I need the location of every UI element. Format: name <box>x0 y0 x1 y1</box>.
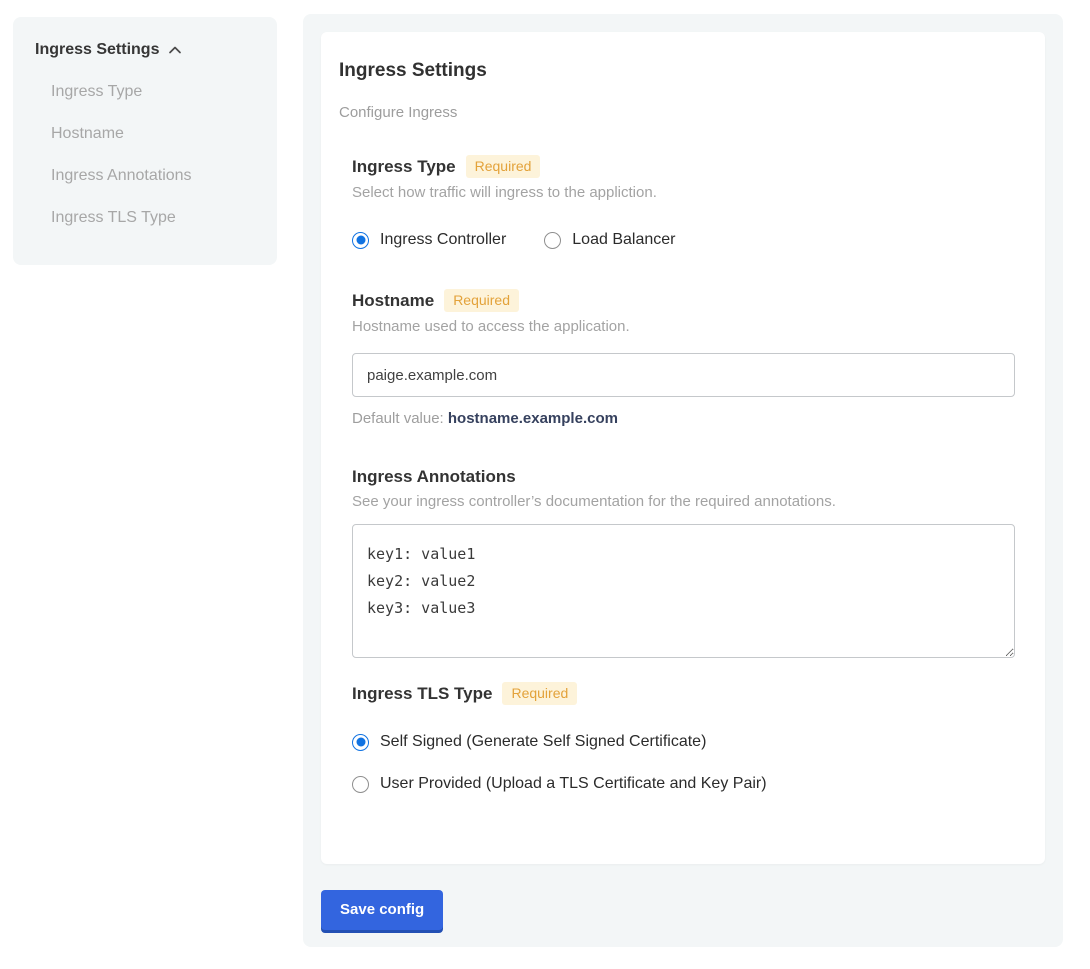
required-badge: Required <box>444 289 519 312</box>
radio-option-load-balancer[interactable]: Load Balancer <box>544 231 675 249</box>
annotations-textarea[interactable]: key1: value1 key2: value2 key3: value3 <box>352 524 1015 658</box>
radio-label: Self Signed (Generate Self Signed Certif… <box>380 733 706 751</box>
hostname-help: Hostname used to access the application. <box>352 318 1015 335</box>
config-nav-sidebar: Ingress Settings Ingress Type Hostname I… <box>13 17 277 265</box>
ingress-annotations-label: Ingress Annotations <box>352 467 516 487</box>
required-badge: Required <box>502 682 577 705</box>
radio-option-self-signed[interactable]: Self Signed (Generate Self Signed Certif… <box>352 733 1015 751</box>
config-panel: Ingress Settings Configure Ingress Ingre… <box>303 14 1063 947</box>
card-subtitle: Configure Ingress <box>339 104 1015 121</box>
hostname-input[interactable] <box>352 353 1015 397</box>
ingress-type-radio-group: Ingress Controller Load Balancer <box>352 231 1015 249</box>
ingress-annotations-help: See your ingress controller’s documentat… <box>352 493 1015 510</box>
radio-selected-icon[interactable] <box>352 232 369 249</box>
sidebar-item-ingress-annotations[interactable]: Ingress Annotations <box>51 166 257 186</box>
sidebar-group-ingress-settings[interactable]: Ingress Settings <box>35 41 257 59</box>
ingress-type-label: Ingress Type <box>352 157 456 177</box>
sidebar-item-list: Ingress Type Hostname Ingress Annotation… <box>35 82 257 228</box>
save-config-button[interactable]: Save config <box>321 890 443 930</box>
section-ingress-annotations: Ingress Annotations See your ingress con… <box>352 467 1015 658</box>
default-value-label: Default value: <box>352 410 448 427</box>
radio-option-user-provided[interactable]: User Provided (Upload a TLS Certificate … <box>352 775 1015 793</box>
ingress-type-help: Select how traffic will ingress to the a… <box>352 184 1015 201</box>
radio-label: User Provided (Upload a TLS Certificate … <box>380 775 767 793</box>
tls-type-radio-group: Self Signed (Generate Self Signed Certif… <box>352 733 1015 793</box>
radio-label: Ingress Controller <box>380 231 506 249</box>
required-badge: Required <box>466 155 541 178</box>
sidebar-item-ingress-tls-type[interactable]: Ingress TLS Type <box>51 208 257 228</box>
section-ingress-type: Ingress Type Required Select how traffic… <box>352 155 1015 249</box>
config-card: Ingress Settings Configure Ingress Ingre… <box>321 32 1045 864</box>
sidebar-group-title: Ingress Settings <box>35 41 159 59</box>
chevron-up-icon <box>167 42 183 58</box>
section-hostname: Hostname Required Hostname used to acces… <box>352 289 1015 427</box>
sidebar-item-ingress-type[interactable]: Ingress Type <box>51 82 257 102</box>
ingress-tls-type-label: Ingress TLS Type <box>352 684 492 704</box>
default-value-text: hostname.example.com <box>448 410 618 427</box>
hostname-default-line: Default value: hostname.example.com <box>352 410 1015 427</box>
radio-selected-icon[interactable] <box>352 734 369 751</box>
radio-option-ingress-controller[interactable]: Ingress Controller <box>352 231 506 249</box>
section-ingress-tls-type: Ingress TLS Type Required Self Signed (G… <box>352 682 1015 793</box>
card-title: Ingress Settings <box>339 60 1015 82</box>
radio-unselected-icon[interactable] <box>544 232 561 249</box>
radio-label: Load Balancer <box>572 231 675 249</box>
hostname-label: Hostname <box>352 291 434 311</box>
sidebar-item-hostname[interactable]: Hostname <box>51 124 257 144</box>
radio-unselected-icon[interactable] <box>352 776 369 793</box>
